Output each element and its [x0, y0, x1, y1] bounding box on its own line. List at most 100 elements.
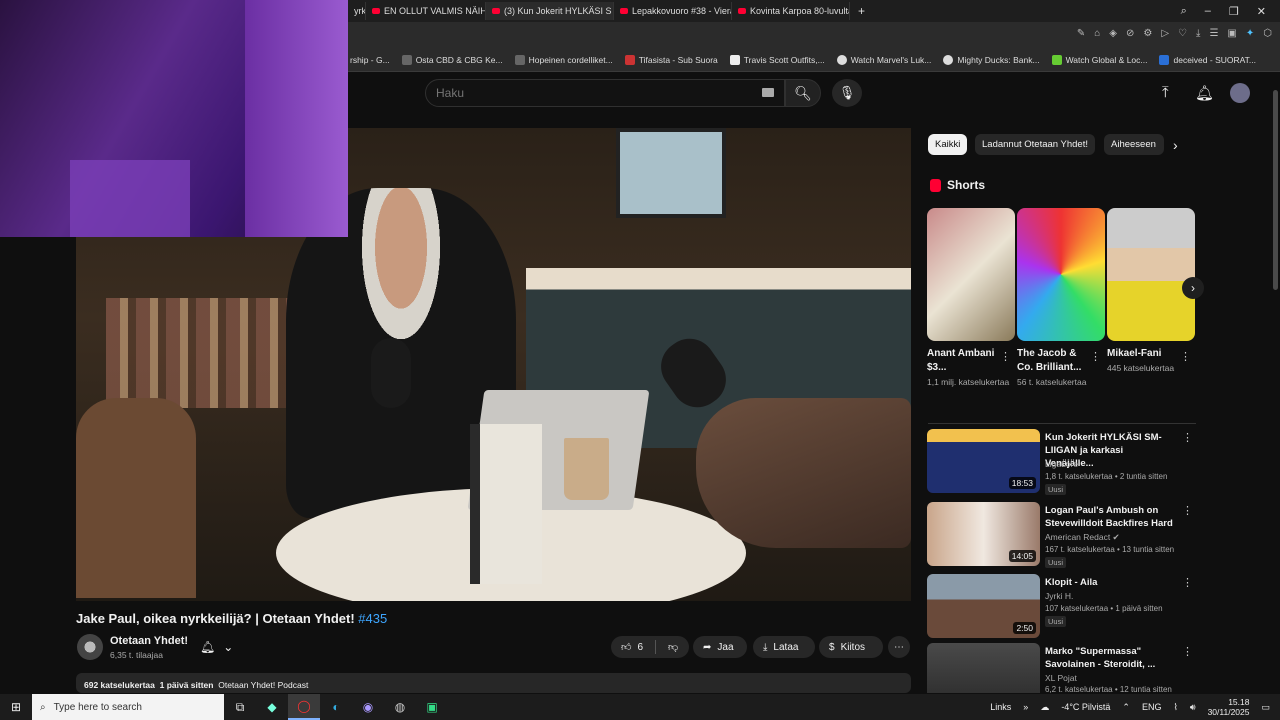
notification-bell-button[interactable]: 🔔︎ ⌄: [200, 637, 248, 657]
scrollbar-thumb[interactable]: [1273, 90, 1278, 290]
thumbs-down-icon[interactable]: 👎︎: [668, 641, 678, 653]
like-dislike-button[interactable]: 👍︎ 6 👎︎: [611, 636, 689, 658]
download-icon[interactable]: ⤓: [1196, 28, 1200, 39]
chevron-up-icon[interactable]: ⌃: [1122, 702, 1130, 713]
playlist-link[interactable]: Otetaan Yhdet! Podcast: [218, 680, 308, 690]
bookmark-8[interactable]: deceived - SUORAT...: [1159, 54, 1256, 65]
recommended-video[interactable]: 2:50 Klopit - Aila Jyrki H. 107 katseluk…: [927, 574, 1197, 640]
recommended-video[interactable]: 14:05 Logan Paul's Ambush on Stevewilldo…: [927, 502, 1197, 568]
search-button[interactable]: 🔍︎: [785, 79, 821, 107]
chevron-right-icon[interactable]: ›: [1173, 137, 1178, 153]
opera-icon[interactable]: ◯: [288, 694, 320, 720]
search-input[interactable]: [436, 86, 736, 100]
block-icon[interactable]: ⊘: [1126, 28, 1134, 39]
task-view-icon[interactable]: ⧉: [224, 694, 256, 720]
channel-avatar[interactable]: [77, 634, 103, 660]
video-thumbnail[interactable]: 2:50: [927, 574, 1040, 638]
hashtag-link[interactable]: #435: [358, 611, 387, 626]
more-actions-button[interactable]: ⋯: [888, 636, 910, 658]
video-title[interactable]: Logan Paul's Ambush on Stevewilldoit Bac…: [1045, 504, 1173, 530]
bookmark-2[interactable]: Hopeinen cordelliket...: [514, 54, 613, 65]
clock[interactable]: 15.18 30/11/2025: [1208, 697, 1250, 717]
chip-all[interactable]: Kaikki: [928, 134, 968, 155]
minimize-icon[interactable]: –: [1205, 5, 1211, 18]
copilot-icon[interactable]: ◆: [256, 694, 288, 720]
taskbar-search[interactable]: ⌕ Type here to search: [32, 694, 224, 720]
channel-name[interactable]: American Redact ✔: [1045, 532, 1120, 543]
short-thumbnail[interactable]: [1017, 208, 1105, 341]
tab-2[interactable]: (3) Kun Jokerit HYLKÄSI S: [486, 2, 614, 20]
bell-icon[interactable]: 🔔︎: [1195, 84, 1214, 102]
discord-icon[interactable]: ◉: [352, 694, 384, 720]
account-avatar[interactable]: [1230, 83, 1250, 103]
tab-3[interactable]: Lepakkovuoro #38 - Viera: [614, 2, 732, 20]
bookmark-6[interactable]: Mighty Ducks: Bank...: [943, 54, 1040, 65]
shorts-next-button[interactable]: ›: [1182, 277, 1204, 299]
video-title[interactable]: Marko "Supermassa" Savolainen - Steroidi…: [1045, 645, 1173, 671]
ai-icon[interactable]: ✦: [1246, 28, 1254, 39]
weather-text[interactable]: -4°C Pilvistä: [1061, 702, 1110, 712]
camera-icon[interactable]: ⌂: [1094, 28, 1100, 39]
close-icon[interactable]: ✕: [1257, 5, 1266, 18]
more-vert-icon[interactable]: ⋮: [1182, 645, 1193, 658]
volume-icon[interactable]: 🔊︎: [1190, 702, 1196, 713]
search-tabs-icon[interactable]: ⌕: [1181, 5, 1187, 18]
bookmark-7[interactable]: Watch Global & Loc...: [1051, 54, 1147, 65]
chip-uploader[interactable]: Ladannut Otetaan Yhdet!: [975, 134, 1095, 155]
video-thumbnail[interactable]: [927, 643, 1040, 693]
more-vert-icon[interactable]: ⋮: [1090, 350, 1101, 363]
chip-related[interactable]: Aiheeseen: [1104, 134, 1164, 155]
short-title[interactable]: Anant Ambani $3...: [927, 347, 999, 375]
extension-icon[interactable]: ⚙: [1143, 28, 1152, 39]
new-tab-button[interactable]: +: [850, 4, 873, 18]
network-icon[interactable]: ⌇: [1173, 702, 1177, 713]
channel-name[interactable]: LigaLore: [1045, 459, 1078, 469]
edit-icon[interactable]: ✎: [1077, 28, 1085, 39]
more-vert-icon[interactable]: ⋮: [1000, 350, 1011, 363]
media-icon[interactable]: ▣: [416, 694, 448, 720]
video-thumbnail[interactable]: 14:05: [927, 502, 1040, 566]
video-title[interactable]: Klopit - Aila: [1045, 576, 1173, 589]
bookmark-3[interactable]: Tifasista - Sub Suora: [624, 54, 718, 65]
more-vert-icon[interactable]: ⋮: [1182, 504, 1193, 517]
cube-icon[interactable]: ⬡: [1263, 28, 1272, 39]
bookmark-5[interactable]: Watch Marvel's Luk...: [836, 54, 931, 65]
more-vert-icon[interactable]: ⋮: [1182, 431, 1193, 444]
bookmark-0[interactable]: rship - G...: [350, 55, 390, 65]
recommended-video[interactable]: 18:53 Kun Jokerit HYLKÄSI SM-LIIGAN ja k…: [927, 429, 1197, 495]
download-button[interactable]: ⤓ Lataa: [753, 636, 815, 658]
short-item[interactable]: Anant Ambani $3... 1,1 milj. katselukert…: [927, 208, 1015, 389]
shield-icon[interactable]: ◈: [1109, 28, 1117, 39]
channel-name[interactable]: XL Pojat: [1045, 673, 1077, 683]
recommended-video[interactable]: Marko "Supermassa" Savolainen - Steroidi…: [927, 643, 1197, 693]
short-title[interactable]: The Jacob & Co. Brilliant...: [1017, 347, 1089, 375]
language-indicator[interactable]: ENG: [1142, 702, 1162, 712]
upload-icon[interactable]: ⤒: [1162, 84, 1169, 101]
menu-icon[interactable]: ☰: [1209, 28, 1218, 39]
start-button[interactable]: ⊞: [0, 694, 32, 720]
tab-4[interactable]: Kovinta Karpoa 80-luvulta: [732, 2, 850, 20]
more-vert-icon[interactable]: ⋮: [1182, 576, 1193, 589]
edge-icon[interactable]: ◐: [320, 694, 352, 720]
description-box[interactable]: 692 katselukertaa 1 päivä sitten Otetaan…: [76, 673, 911, 693]
links-toolbar[interactable]: Links: [990, 702, 1011, 712]
short-title[interactable]: Mikael-Fani: [1107, 347, 1179, 361]
channel-name[interactable]: Otetaan Yhdet!: [110, 635, 188, 647]
tab-0[interactable]: yrki: [348, 2, 366, 20]
more-vert-icon[interactable]: ⋮: [1180, 350, 1191, 363]
restore-icon[interactable]: ❐: [1229, 5, 1239, 18]
short-thumbnail[interactable]: [1107, 208, 1195, 341]
short-thumbnail[interactable]: [927, 208, 1015, 341]
bookmark-4[interactable]: Travis Scott Outfits,...: [729, 54, 825, 65]
notification-icon[interactable]: ▭: [1261, 702, 1270, 713]
thanks-button[interactable]: $ Kiitos: [819, 636, 883, 658]
keyboard-icon[interactable]: [762, 88, 774, 97]
app-icon[interactable]: ◍: [384, 694, 416, 720]
chevron-right-icon[interactable]: »: [1023, 702, 1028, 712]
wallet-icon[interactable]: ▣: [1227, 28, 1236, 39]
share-button[interactable]: ➦ Jaa: [693, 636, 747, 658]
heart-icon[interactable]: ♡: [1178, 28, 1187, 39]
thumbs-up-icon[interactable]: 👍︎: [621, 641, 631, 653]
voice-search-button[interactable]: 🎙︎: [832, 79, 862, 107]
short-item[interactable]: The Jacob & Co. Brilliant... 56 t. katse…: [1017, 208, 1105, 389]
